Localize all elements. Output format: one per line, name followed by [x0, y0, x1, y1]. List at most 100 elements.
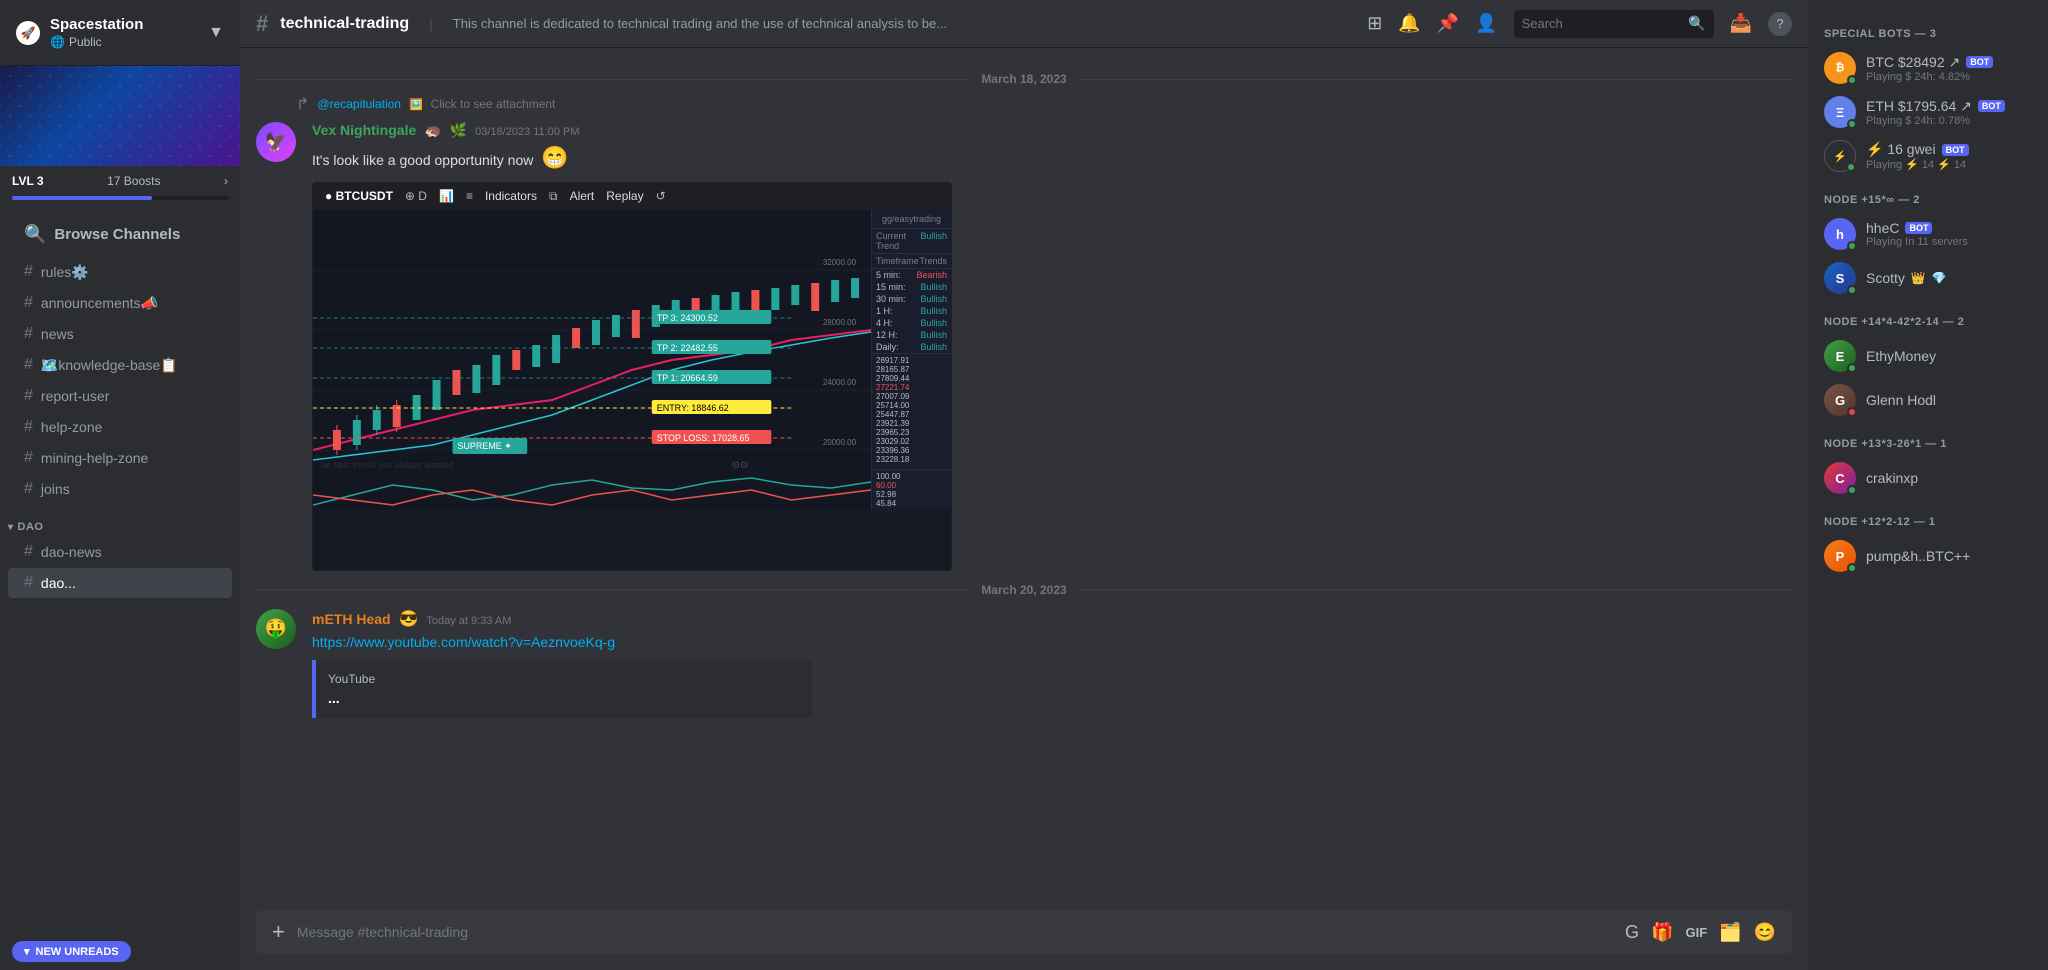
message-header-meth: mETH Head 😎 Today at 9:33 AM [312, 609, 1792, 629]
channel-item-mining[interactable]: # mining-help-zone [8, 443, 232, 473]
main-content: # technical-trading | This channel is de… [240, 0, 1808, 970]
eth-bot-info: ETH $1795.64 ↗ BOT Playing $ 24h: 0.78% [1866, 98, 2005, 127]
svg-text:28000.00: 28000.00 [823, 318, 857, 327]
search-input[interactable] [1522, 16, 1683, 31]
hash-icon: # [24, 387, 33, 405]
gwei-bot-sub: Playing ⚡ 14 ⚡ 14 [1866, 158, 1969, 171]
avatar-vex[interactable]: 🦅 [256, 122, 296, 162]
channel-item-joins[interactable]: # joins [8, 474, 232, 504]
svg-text:24000.00: 24000.00 [823, 378, 857, 387]
channel-item-knowledge[interactable]: # 🗺️knowledge-base📋 [8, 350, 232, 380]
channel-item-news[interactable]: # news [8, 319, 232, 349]
crown-icon: 👑 [1911, 271, 1926, 285]
unreads-chevron: ▾ [24, 945, 30, 958]
message-input[interactable] [297, 913, 1613, 951]
scotty-avatar: S [1824, 262, 1856, 294]
hhec-info: hheC BOT Playing In 11 servers [1866, 220, 1968, 248]
gem-icon: 💎 [1932, 271, 1947, 285]
member-eth-bot[interactable]: Ξ ETH $1795.64 ↗ BOT Playing $ 24h: 0.78… [1816, 90, 2040, 134]
crakinxp-status [1847, 485, 1857, 495]
special-bots-header: SPECIAL BOTS — 3 [1816, 12, 2040, 46]
btc-bot-sub: Playing $ 24h: 4.82% [1866, 71, 1993, 83]
pin-icon[interactable]: 📌 [1437, 13, 1459, 34]
date-line-2b [1079, 589, 1792, 590]
eth-bot-badge: BOT [1978, 100, 2005, 112]
xp-bar [12, 196, 228, 200]
chart-tf-5min: 5 min: Bearish [872, 269, 951, 281]
timestamp-meth: Today at 9:33 AM [426, 615, 511, 627]
glennhodl-status [1847, 407, 1857, 417]
header-icons: ⊞ 🔔 📌 👤 🔍 📥 ? [1367, 10, 1792, 38]
date-line-2 [256, 589, 969, 590]
author-vex[interactable]: Vex Nightingale [312, 122, 416, 138]
channel-item-help[interactable]: # help-zone [8, 412, 232, 442]
members-icon[interactable]: 👤 [1475, 13, 1497, 34]
channel-item-announcements[interactable]: # announcements📣 [8, 288, 232, 318]
inbox-icon[interactable]: 📥 [1730, 13, 1752, 34]
channel-item-dao-news[interactable]: # dao-news [8, 537, 232, 567]
gwei-bot-info: ⚡ 16 gwei BOT Playing ⚡ 14 ⚡ 14 [1866, 141, 1969, 171]
channel-item-dao-current[interactable]: # dao... [8, 568, 232, 598]
hhec-sub: Playing In 11 servers [1866, 236, 1968, 248]
boost-count: 17 Boosts [107, 174, 160, 188]
gift-icon[interactable]: 🎁 [1651, 922, 1673, 943]
server-header[interactable]: 🚀 Spacestation 🌐 Public ▼ [0, 0, 240, 66]
emoji-icon[interactable]: 😊 [1754, 922, 1776, 943]
chart-svg: 32000.00 28000.00 24000.00 20000.00 [313, 210, 871, 510]
date-divider-2: March 20, 2023 [240, 575, 1808, 605]
eth-avatar: Ξ [1824, 96, 1856, 128]
message-input-area: + G 🎁 GIF 🗂️ 😊 [240, 910, 1808, 970]
svg-text:TP 1: 20664.59: TP 1: 20664.59 [657, 373, 718, 383]
threads-icon[interactable]: ⊞ [1367, 13, 1382, 34]
hash-icon: # [24, 356, 33, 374]
message-text-vex: It's look like a good opportunity now 😁 [312, 143, 1792, 174]
search-bar[interactable]: 🔍 [1514, 10, 1714, 38]
help-icon[interactable]: ? [1768, 12, 1792, 36]
input-icons: G 🎁 GIF 🗂️ 😊 [1625, 922, 1776, 943]
server-dropdown-icon[interactable]: ▼ [208, 24, 224, 42]
svg-text:STOP LOSS: 17028.65: STOP LOSS: 17028.65 [657, 433, 750, 443]
member-scotty[interactable]: S Scotty 👑 💎 [1816, 256, 2040, 300]
glennhodl-avatar: G [1824, 384, 1856, 416]
level-badge: LVL 3 [12, 174, 44, 188]
scotty-info: Scotty 👑 💎 [1866, 270, 1947, 286]
eth-status [1847, 119, 1857, 129]
gif-icon[interactable]: GIF [1685, 925, 1707, 940]
link-source: YouTube [328, 672, 800, 686]
header-divider: | [429, 16, 433, 32]
chart-body: 32000.00 28000.00 24000.00 20000.00 [313, 210, 951, 570]
add-attachment-button[interactable]: + [272, 919, 285, 945]
browse-channels-button[interactable]: 🔍 Browse Channels [8, 216, 232, 253]
member-hhec[interactable]: h hheC BOT Playing In 11 servers [1816, 212, 2040, 256]
reply-text[interactable]: Click to see attachment [431, 97, 556, 111]
sticker-icon[interactable]: 🗂️ [1719, 922, 1741, 943]
date-line [1079, 79, 1792, 80]
channel-item-report[interactable]: # report-user [8, 381, 232, 411]
member-btc-bot[interactable]: ₿ BTC $28492 ↗ BOT Playing $ 24h: 4.82% [1816, 46, 2040, 90]
chart-alert[interactable]: Alert [570, 189, 595, 203]
ethymoney-status [1847, 363, 1857, 373]
youtube-link[interactable]: https://www.youtube.com/watch?v=AeznvoeK… [312, 634, 615, 650]
new-unreads-badge[interactable]: ▾ NEW UNREADS [12, 941, 131, 962]
member-crakinxp[interactable]: C crakinxp [1816, 456, 2040, 500]
channel-item-rules[interactable]: # rules⚙️ [8, 257, 232, 287]
grammarly-icon[interactable]: G [1625, 922, 1639, 943]
mute-icon[interactable]: 🔔 [1398, 13, 1420, 34]
member-ethymoney[interactable]: E EthyMoney [1816, 334, 2040, 378]
ethymoney-name: EthyMoney [1866, 348, 1936, 364]
attachment-icon: 🖼️ [409, 98, 423, 111]
member-pump[interactable]: P pump&h..BTC++ [1816, 534, 2040, 578]
reply-at: @recapitulation [317, 97, 401, 111]
svg-text:ENTRY: 18846.62: ENTRY: 18846.62 [657, 403, 729, 413]
member-glennhodl[interactable]: G Glenn Hodl [1816, 378, 2040, 422]
server-name: Spacestation [50, 16, 143, 33]
svg-text:⊙⊙: ⊙⊙ [732, 460, 749, 471]
chart-replay[interactable]: Replay [606, 189, 643, 203]
dao-category[interactable]: ▾ DAO [0, 505, 240, 537]
message-header-vex: Vex Nightingale 🦔 🌿 03/18/2023 11:00 PM [312, 122, 1792, 139]
message-group-vex: 🦅 Vex Nightingale 🦔 🌿 03/18/2023 11:00 P… [240, 118, 1808, 575]
avatar-meth[interactable]: 🤑 [256, 609, 296, 649]
author-meth[interactable]: mETH Head 😎 [312, 609, 418, 629]
chart-tf-1h: 1 H: Bullish [872, 305, 951, 317]
member-gwei-bot[interactable]: ⚡ ⚡ 16 gwei BOT Playing ⚡ 14 ⚡ 14 [1816, 134, 2040, 178]
